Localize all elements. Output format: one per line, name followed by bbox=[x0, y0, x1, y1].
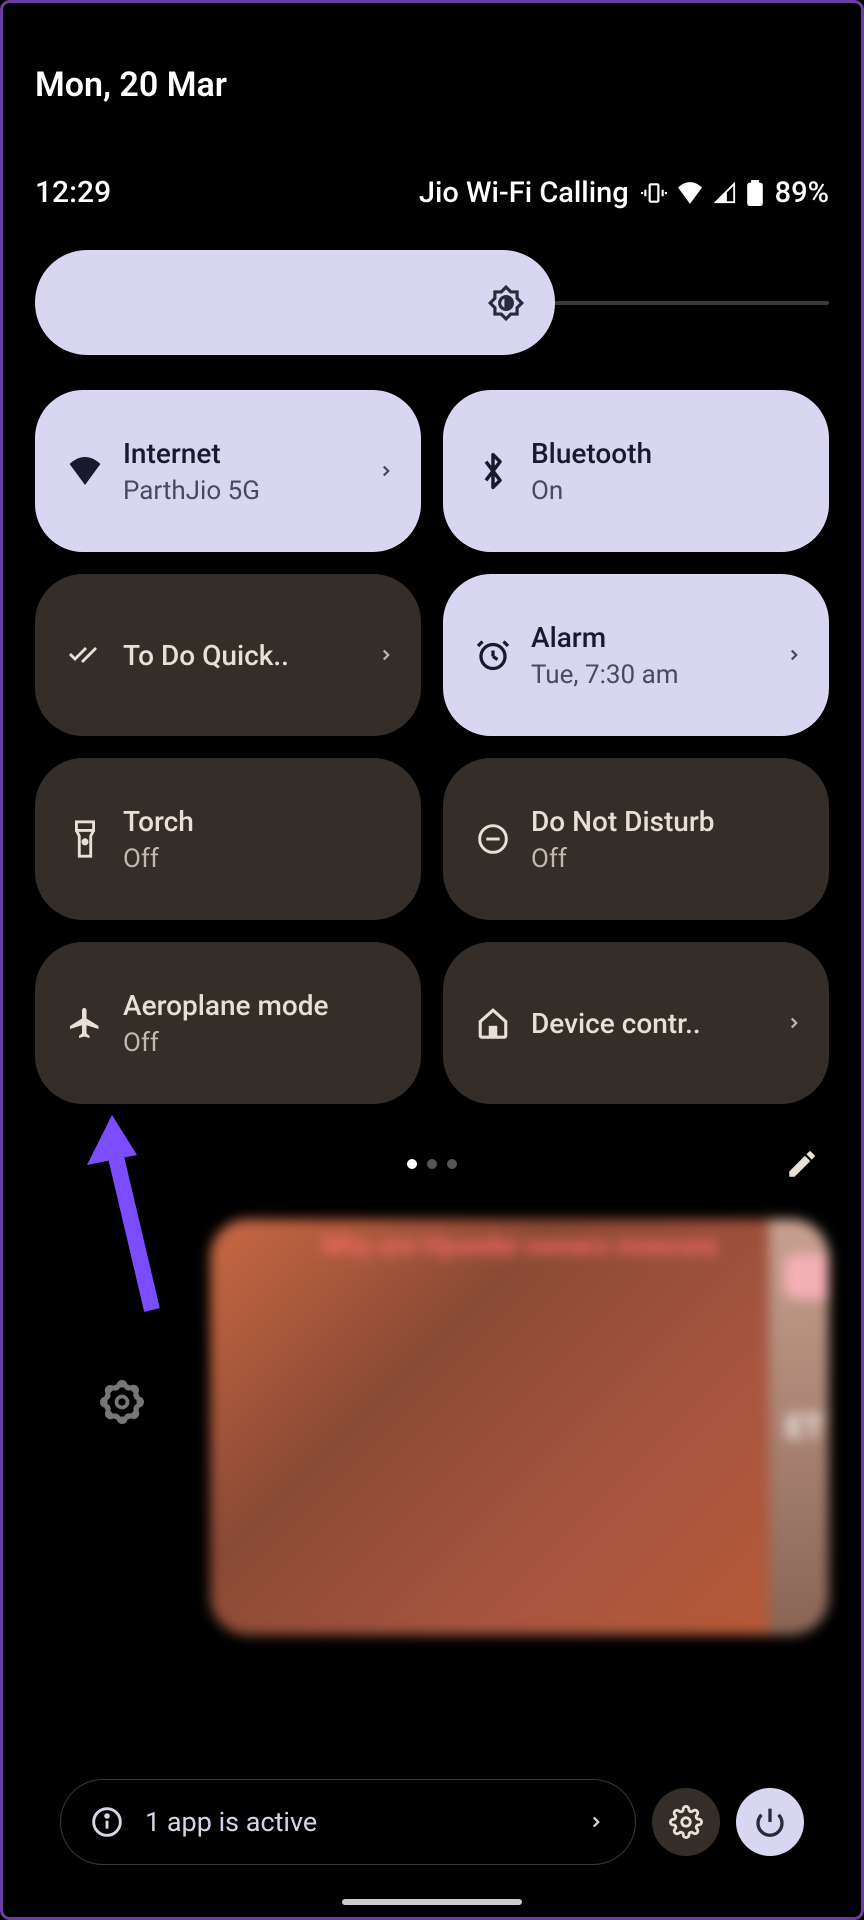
tile-subtitle: Off bbox=[123, 844, 395, 874]
bluetooth-icon bbox=[475, 452, 511, 490]
chevron-right-icon bbox=[785, 646, 803, 664]
media-headline: Why are Hyundai owners insecure bbox=[322, 1231, 717, 1261]
tile-title: To Do Quick.. bbox=[123, 639, 357, 672]
tile-title: Internet bbox=[123, 437, 357, 470]
app-badge bbox=[784, 1254, 829, 1299]
media-notification[interactable]: Why are Hyundai owners insecure ET bbox=[210, 1219, 829, 1635]
tile-subtitle: Off bbox=[531, 844, 803, 874]
brightness-track[interactable] bbox=[554, 301, 829, 305]
tile-subtitle: On bbox=[531, 476, 803, 506]
brightness-icon bbox=[487, 284, 525, 322]
airplane-icon bbox=[67, 1005, 103, 1041]
wifi-icon bbox=[67, 457, 103, 485]
power-icon bbox=[754, 1806, 786, 1838]
gear-icon bbox=[100, 1380, 144, 1424]
vibrate-icon bbox=[641, 180, 667, 206]
status-bar: 12:29 Jio Wi-Fi Calling 89% bbox=[35, 175, 829, 210]
tile-title: Device contr.. bbox=[531, 1007, 765, 1040]
dnd-icon bbox=[475, 823, 511, 855]
check-icon bbox=[67, 643, 103, 667]
settings-button[interactable] bbox=[652, 1788, 720, 1856]
chevron-right-icon bbox=[587, 1813, 605, 1831]
tile-subtitle: Tue, 7:30 am bbox=[531, 660, 765, 690]
brightness-slider[interactable] bbox=[35, 250, 555, 355]
media-side-text: ET bbox=[786, 1408, 824, 1446]
carrier-label: Jio Wi-Fi Calling bbox=[419, 176, 629, 210]
dnd-tile[interactable]: Do Not Disturb Off bbox=[443, 758, 829, 920]
tile-subtitle: Off bbox=[123, 1028, 395, 1058]
wifi-icon bbox=[677, 182, 703, 204]
notification-settings-button[interactable] bbox=[100, 1380, 144, 1424]
tile-title: Do Not Disturb bbox=[531, 805, 803, 838]
chevron-right-icon bbox=[377, 462, 395, 480]
airplane-tile[interactable]: Aeroplane mode Off bbox=[35, 942, 421, 1104]
device-controls-tile[interactable]: Device contr.. bbox=[443, 942, 829, 1104]
bluetooth-tile[interactable]: Bluetooth On bbox=[443, 390, 829, 552]
quick-settings-tiles: Internet ParthJio 5G Bluetooth On To Do … bbox=[35, 390, 829, 1104]
info-icon bbox=[91, 1806, 123, 1838]
tile-title: Aeroplane mode bbox=[123, 989, 395, 1022]
edit-button[interactable] bbox=[785, 1147, 819, 1181]
page-dots bbox=[407, 1159, 457, 1169]
alarm-tile[interactable]: Alarm Tue, 7:30 am bbox=[443, 574, 829, 736]
tile-title: Bluetooth bbox=[531, 437, 803, 470]
alarm-icon bbox=[475, 637, 511, 673]
torch-tile[interactable]: Torch Off bbox=[35, 758, 421, 920]
chevron-right-icon bbox=[785, 1014, 803, 1032]
power-button[interactable] bbox=[736, 1788, 804, 1856]
flashlight-icon bbox=[67, 819, 103, 859]
chevron-right-icon bbox=[377, 646, 395, 664]
pencil-icon bbox=[785, 1147, 819, 1181]
battery-percent: 89% bbox=[775, 176, 829, 210]
clock: 12:29 bbox=[35, 175, 111, 210]
tile-title: Alarm bbox=[531, 621, 765, 654]
annotation-arrow bbox=[77, 1110, 177, 1320]
tile-subtitle: ParthJio 5G bbox=[123, 476, 357, 506]
internet-tile[interactable]: Internet ParthJio 5G bbox=[35, 390, 421, 552]
nav-handle[interactable] bbox=[342, 1899, 522, 1905]
home-icon bbox=[475, 1006, 511, 1040]
todo-tile[interactable]: To Do Quick.. bbox=[35, 574, 421, 736]
date-label: Mon, 20 Mar bbox=[35, 65, 829, 105]
gear-icon bbox=[669, 1805, 703, 1839]
tile-title: Torch bbox=[123, 805, 395, 838]
apps-active-button[interactable]: 1 app is active bbox=[60, 1779, 636, 1865]
signal-icon bbox=[713, 182, 737, 204]
battery-icon bbox=[747, 180, 763, 206]
apps-active-label: 1 app is active bbox=[145, 1806, 565, 1838]
